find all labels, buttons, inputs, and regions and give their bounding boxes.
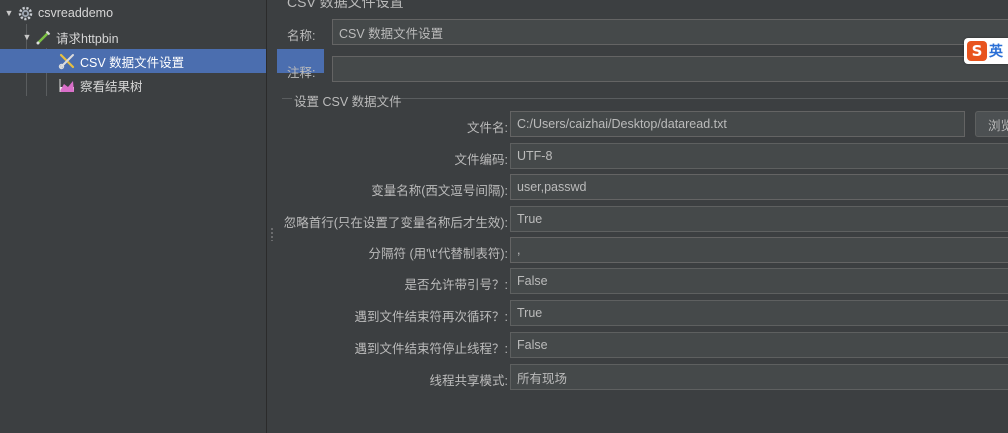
test-plan-tree: ▼ csvreaddemo ▼ 请求httpbin CSV 数据文件设置 察看结… bbox=[0, 0, 324, 433]
ignore-first-line-label: 忽略首行(只在设置了变量名称后才生效): bbox=[283, 216, 508, 230]
scissors-config-icon bbox=[58, 52, 76, 70]
recycle-on-eof-label: 遇到文件结束符再次循环？: bbox=[354, 310, 508, 324]
sharing-mode-combo[interactable]: 所有现场 bbox=[510, 364, 1008, 390]
gear-icon bbox=[16, 4, 34, 22]
comment-label: 注释: bbox=[287, 66, 316, 80]
comment-input[interactable] bbox=[332, 56, 1008, 82]
expand-arrow-icon[interactable]: ▼ bbox=[4, 8, 14, 18]
tree-item-csvreaddemo[interactable]: ▼ csvreaddemo bbox=[0, 1, 270, 25]
stop-thread-on-eof-combo[interactable]: False bbox=[510, 332, 1008, 358]
tree-item-label: CSV 数据文件设置 bbox=[80, 55, 185, 70]
pipette-icon bbox=[34, 28, 52, 46]
ignore-first-line-combo[interactable]: True bbox=[510, 206, 1008, 232]
tree-item-label: 察看结果树 bbox=[80, 79, 143, 94]
encoding-label: 文件编码: bbox=[454, 153, 508, 167]
variable-names-input[interactable]: user,passwd bbox=[510, 174, 1008, 200]
group-title: 设置 CSV 数据文件 bbox=[294, 95, 402, 109]
variable-names-label: 变量名称(西文逗号间隔): bbox=[371, 184, 508, 198]
panel-title: CSV 数据文件设置 bbox=[287, 0, 404, 10]
csv-config-form: CSV 数据文件设置 名称: CSV 数据文件设置 注释: 设置 CSV 数据文… bbox=[277, 0, 1008, 433]
sharing-mode-label: 线程共享模式: bbox=[429, 374, 508, 388]
sogou-logo-icon: S bbox=[967, 41, 987, 61]
ime-mode-label: 英 bbox=[989, 43, 1003, 59]
name-input[interactable]: CSV 数据文件设置 bbox=[332, 19, 1008, 45]
browse-button[interactable]: 浏览... bbox=[975, 111, 1008, 137]
expand-arrow-icon[interactable]: ▼ bbox=[22, 32, 32, 42]
tree-item-label: csvreaddemo bbox=[38, 6, 114, 20]
encoding-combo[interactable]: UTF-8 bbox=[510, 143, 1008, 169]
stop-thread-on-eof-label: 遇到文件结束符停止线程？: bbox=[354, 342, 508, 356]
tree-item-request-httpbin[interactable]: ▼ 请求httpbin bbox=[0, 25, 288, 49]
recycle-on-eof-combo[interactable]: True bbox=[510, 300, 1008, 326]
drag-handle-icon[interactable] bbox=[271, 227, 273, 241]
filename-input[interactable]: C:/Users/caizhai/Desktop/dataread.txt bbox=[510, 111, 965, 137]
allow-quoted-combo[interactable]: False bbox=[510, 268, 1008, 294]
delimiter-label: 分隔符 (用'\t'代替制表符): bbox=[368, 247, 509, 261]
panel-splitter[interactable] bbox=[266, 0, 277, 433]
name-label: 名称: bbox=[287, 29, 316, 43]
chart-icon bbox=[58, 76, 76, 94]
filename-label: 文件名: bbox=[467, 121, 508, 135]
delimiter-input[interactable]: , bbox=[510, 237, 1008, 263]
jmeter-window: ▼ csvreaddemo ▼ 请求httpbin CSV 数据文件设置 察看结… bbox=[0, 0, 1008, 433]
sogou-ime-badge[interactable]: S 英 bbox=[964, 38, 1008, 64]
allow-quoted-label: 是否允许带引号？: bbox=[404, 278, 508, 292]
tree-item-label: 请求httpbin bbox=[56, 31, 119, 46]
